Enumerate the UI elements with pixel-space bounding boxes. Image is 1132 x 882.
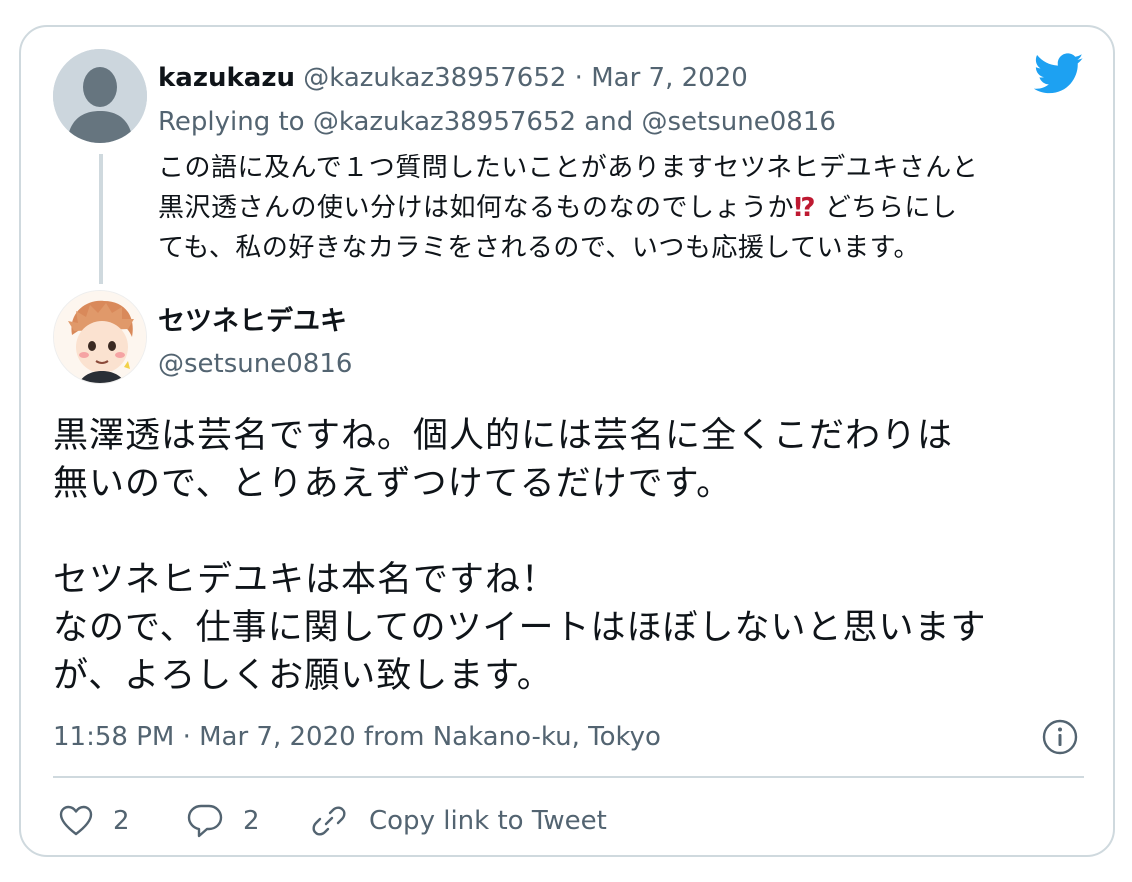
link-icon — [312, 806, 346, 836]
parent-tweet-header: kazukazu @kazukaz38957652 · Mar 7, 2020 — [158, 58, 748, 98]
main-handle[interactable]: @setsune0816 — [158, 344, 352, 384]
reply-count: 2 — [243, 806, 260, 836]
main-text-line: なので、仕事に関してのツイートはほぼしないと思います — [53, 608, 987, 648]
main-display-name[interactable]: セツネヒデユキ — [158, 302, 347, 342]
replying-to-line: Replying to @kazukaz38957652 and @setsun… — [158, 102, 836, 142]
copy-link-button[interactable]: Copy link to Tweet — [311, 798, 607, 844]
default-avatar-icon — [53, 49, 147, 143]
replying-and: and — [576, 107, 642, 137]
header-separator: · — [566, 63, 592, 93]
main-text-line: 黒澤透は芸名ですね。個人的には芸名に全くこだわりは — [53, 416, 954, 456]
parent-text-segment: どちらにし — [816, 193, 958, 223]
main-tweet-text: 黒澤透は芸名ですね。個人的には芸名に全くこだわりは 無いので、とりあえずつけてる… — [53, 412, 1093, 700]
parent-display-name[interactable]: kazukazu — [158, 63, 295, 93]
like-button[interactable]: 2 — [59, 798, 130, 844]
main-text-line: セツネヒデユキは本名ですね！ — [53, 560, 558, 600]
parent-handle[interactable]: @kazukaz38957652 — [303, 63, 566, 93]
parent-tweet-text: この語に及んで１つ質問したいことがありますセツネヒデユキさんと 黒沢透さんの使い… — [158, 148, 1078, 268]
reply-bubble-icon — [187, 804, 223, 838]
twitter-bird-icon[interactable] — [1034, 52, 1084, 96]
tweet-timestamp[interactable]: 11:58 PM · Mar 7, 2020 from Nakano-ku, T… — [53, 717, 661, 757]
cartoon-avatar-icon — [54, 291, 146, 383]
divider — [53, 776, 1084, 778]
like-count: 2 — [113, 806, 130, 836]
thread-connector-line — [99, 154, 103, 284]
copy-link-label: Copy link to Tweet — [369, 806, 607, 836]
heart-icon — [59, 805, 93, 836]
replying-user-1[interactable]: @kazukaz38957652 — [313, 107, 576, 137]
parent-text-line: この語に及んで１つ質問したいことがありますセツネヒデユキさんと — [158, 153, 979, 183]
replying-prefix: Replying to — [158, 107, 313, 137]
main-text-line — [53, 508, 1093, 556]
info-icon[interactable] — [1041, 718, 1079, 756]
reply-button[interactable]: 2 — [187, 798, 260, 844]
user-avatar[interactable] — [53, 290, 147, 384]
parent-text-line: ても、私の好きなカラミをされるので、いつも応援しています。 — [158, 233, 921, 263]
main-text-line: が、よろしくお願い致します。 — [53, 656, 553, 696]
interrobang-emoji-icon: ⁉ — [794, 193, 817, 223]
main-text-line: 無いので、とりあえずつけてるだけです。 — [53, 464, 733, 504]
parent-text-line: 黒沢透さんの使い分けは如何なるものなのでしょうか⁉ どちらにし — [158, 188, 1078, 228]
parent-text-segment: 黒沢透さんの使い分けは如何なるものなのでしょうか — [158, 193, 795, 223]
default-avatar[interactable] — [53, 49, 147, 143]
parent-date[interactable]: Mar 7, 2020 — [591, 63, 748, 93]
replying-user-2[interactable]: @setsune0816 — [642, 107, 836, 137]
